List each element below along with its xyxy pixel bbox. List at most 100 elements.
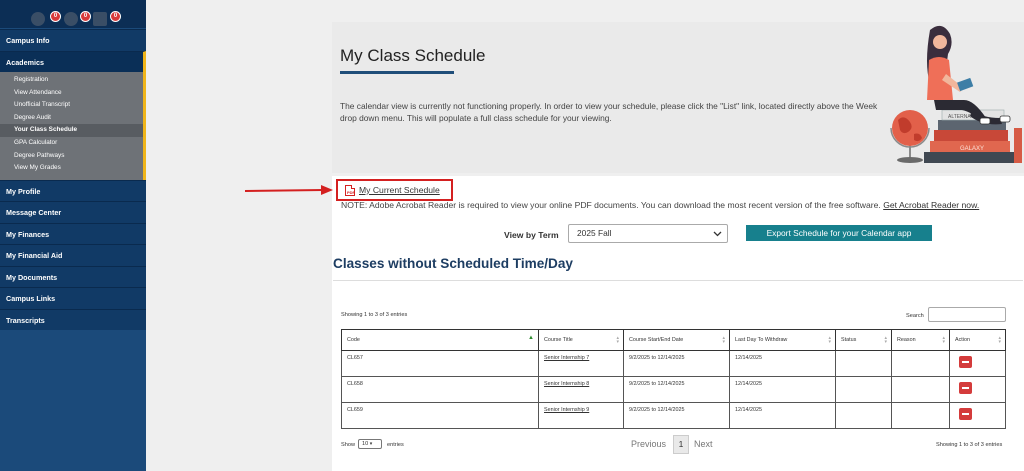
column-header-dates[interactable]: Course Start/End Date ▴ ▾ [623,329,730,351]
cell-course-title: Senior Internship 8 [538,376,624,403]
reading-illustration: GALAXY ALTERNATIVE [890,25,1022,163]
cell-reason [891,402,950,429]
acrobat-note: NOTE: Adobe Acrobat Reader is required t… [341,199,1021,212]
cell-status [835,402,892,429]
sidebar-item-degree-audit[interactable]: Degree Audit [0,112,143,125]
sidebar-item-my-documents[interactable]: My Documents [0,265,146,288]
course-title-link[interactable]: Senior Internship 9 [544,407,589,413]
entries-info-bottom: Showing 1 to 3 of 3 entries [936,442,1003,448]
table-row: CL657 Senior Internship 7 9/2/2025 to 12… [341,350,1006,377]
remove-button[interactable] [959,382,972,394]
sidebar-item-view-my-grades[interactable]: View My Grades [0,162,143,175]
sidebar-item-campus-links[interactable]: Campus Links [0,287,146,309]
schedule-table-card: Showing 1 to 3 of 3 entries Search Code ▲… [333,280,1023,471]
cell-status [835,350,892,377]
chevron-down-icon [713,231,722,237]
sidebar-item-gpa-calculator[interactable]: GPA Calculator [0,137,143,150]
term-select-value: 2025 Fall [577,228,612,238]
sidebar-item-view-attendance[interactable]: View Attendance [0,87,143,100]
sidebar-item-transcripts[interactable]: Transcripts [0,308,146,331]
sidebar-bottom-nav: My Profile Message Center My Finances My… [0,179,146,331]
column-header-code[interactable]: Code ▲ [341,329,539,351]
table-header-row: Code ▲ Course Title ▴ ▾ Course Start/End Da… [341,329,1006,351]
cell-course-title: Senior Internship 9 [538,402,624,429]
pdf-file-icon[interactable]: PDF [345,185,355,196]
search-label: Search [906,313,924,319]
entries-per-page-select[interactable]: 10 ▾ [358,439,382,449]
cell-dates: 9/2/2025 to 12/14/2025 [623,350,730,377]
sidebar: 0 0 0 Campus Info Academics Registration… [0,0,146,471]
cell-reason [891,350,950,377]
course-title-link[interactable]: Senior Internship 8 [544,381,589,387]
cell-dates: 9/2/2025 to 12/14/2025 [623,402,730,429]
sidebar-item-academics[interactable]: Academics [0,50,146,72]
column-header-label: Code [347,337,360,343]
sidebar-item-my-finances[interactable]: My Finances [0,222,146,245]
cell-course-title: Senior Internship 7 [538,350,624,377]
column-header-action[interactable]: Action ▴ ▾ [949,329,1006,351]
annotation-arrow [244,185,333,195]
search-input[interactable] [928,307,1006,322]
calendar-icon[interactable] [93,12,107,26]
cell-withdraw: 12/14/2025 [729,376,836,403]
column-header-status[interactable]: Status ▴ ▾ [835,329,892,351]
sidebar-item-my-financial-aid[interactable]: My Financial Aid [0,244,146,266]
cell-code: CL659 [341,402,539,429]
title-underline [340,71,454,74]
cell-action [949,376,1006,403]
column-header-label: Reason [897,337,916,343]
user-icon[interactable] [31,12,45,26]
remove-button[interactable] [959,408,972,420]
sidebar-item-your-class-schedule[interactable]: Your Class Schedule [0,124,143,137]
column-header-course-title[interactable]: Course Title ▴ ▾ [538,329,624,351]
column-header-label: Action [955,337,970,343]
sidebar-top-bar: 0 0 0 [0,0,146,27]
my-current-schedule-link[interactable]: My Current Schedule [359,185,440,195]
column-header-label: Course Title [544,337,573,343]
next-page-button[interactable]: Next [694,439,713,449]
sort-icon: ▴ ▾ [722,335,725,345]
cell-action [949,402,1006,429]
bell-icon[interactable] [64,12,78,26]
sort-icon: ▴ ▾ [998,335,1001,345]
sort-icon: ▴ ▾ [942,335,945,345]
column-header-reason[interactable]: Reason ▴ ▾ [891,329,950,351]
column-header-label: Last Day To Withdraw [735,337,788,343]
cell-code: CL657 [341,350,539,377]
page-number-button[interactable]: 1 [673,435,689,454]
sidebar-item-message-center[interactable]: Message Center [0,201,146,223]
sidebar-item-registration[interactable]: Registration [0,74,143,87]
entries-select-value: 10 [362,441,369,447]
globe-icon [890,110,930,163]
page-title: My Class Schedule [340,46,486,65]
sidebar-item-my-profile[interactable]: My Profile [0,179,146,202]
column-header-label: Status [841,337,857,343]
column-header-label: Course Start/End Date [629,337,684,343]
course-title-link[interactable]: Senior Internship 7 [544,355,589,361]
get-acrobat-reader-link[interactable]: Get Acrobat Reader now. [883,200,979,210]
term-select[interactable]: 2025 Fall [568,224,728,243]
sidebar-item-unofficial-transcript[interactable]: Unofficial Transcript [0,99,143,112]
sidebar-item-campus-info[interactable]: Campus Info [0,29,146,51]
table-row: CL659 Senior Internship 9 9/2/2025 to 12… [341,402,1006,429]
show-label: Show [341,442,355,448]
cell-code: CL658 [341,376,539,403]
cell-action [949,350,1006,377]
page-banner: My Class Schedule The calendar view is c… [332,22,1024,173]
sidebar-item-degree-pathways[interactable]: Degree Pathways [0,150,143,163]
remove-button[interactable] [959,356,972,368]
book [934,130,1008,141]
previous-page-button[interactable]: Previous [631,439,666,449]
export-schedule-button[interactable]: Export Schedule for your Calendar app [746,225,932,241]
notification-badge: 0 [50,11,61,22]
chevron-down-icon: ▾ [369,441,373,447]
cell-withdraw: 12/14/2025 [729,402,836,429]
pdf-icon-label: PDF [347,190,355,195]
content-panel: PDF My Current Schedule NOTE: Adobe Acro… [332,176,1024,471]
entries-label: entries [387,442,404,448]
schedule-link-highlight: PDF My Current Schedule [336,179,453,201]
notification-badge: 0 [80,11,91,22]
sort-icon: ▴ ▾ [828,335,831,345]
column-header-withdraw[interactable]: Last Day To Withdraw ▴ ▾ [729,329,836,351]
entries-info-top: Showing 1 to 3 of 3 entries [341,312,408,318]
